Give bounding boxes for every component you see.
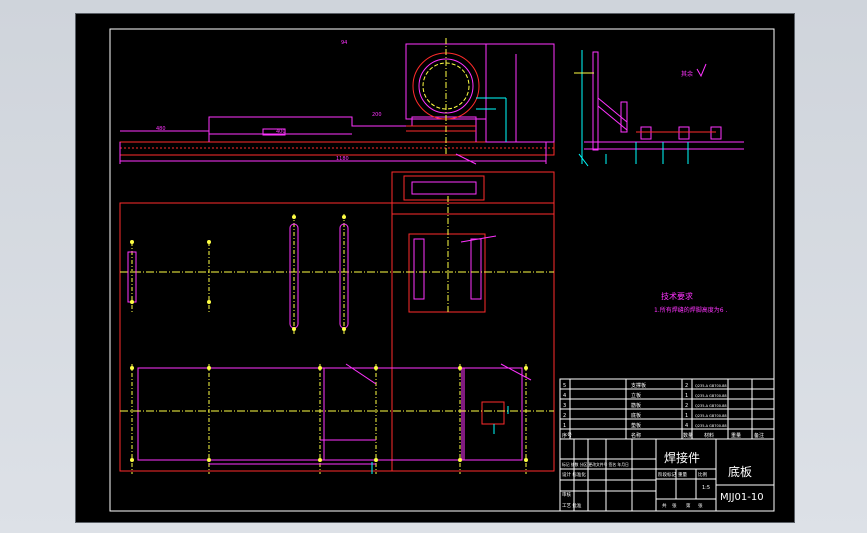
svg-text:4: 4 [685, 423, 688, 429]
plan-view [119, 171, 555, 474]
svg-text:工艺 批准: 工艺 批准 [562, 502, 582, 509]
svg-text:立板: 立板 [631, 392, 641, 399]
tech-req-title: 技术要求 [661, 291, 693, 301]
svg-text:Q235-A GB700-88: Q235-A GB700-88 [695, 384, 727, 388]
svg-text:张: 张 [672, 502, 677, 509]
svg-text:5: 5 [563, 383, 566, 389]
svg-text:比例: 比例 [698, 471, 707, 478]
svg-text:Q235-A GB700-88: Q235-A GB700-88 [695, 424, 727, 428]
roughness-symbol: 其余 [681, 63, 707, 78]
svg-text:2: 2 [685, 403, 688, 409]
svg-text:1: 1 [563, 423, 566, 429]
parts-list-text: 5 支撑板 2 Q235-A GB700-88 4 立板 1 Q235-A GB… [562, 382, 764, 439]
svg-text:1: 1 [685, 413, 688, 419]
svg-text:张: 张 [698, 502, 703, 509]
svg-text:备注: 备注 [754, 432, 764, 439]
svg-text:设计 标准化: 设计 标准化 [562, 471, 586, 478]
svg-text:审核: 审核 [562, 491, 571, 498]
parts-list [559, 378, 775, 440]
svg-text:序号: 序号 [562, 432, 572, 439]
svg-text:2: 2 [563, 413, 566, 419]
svg-text:材料: 材料 [704, 432, 714, 439]
svg-text:筋板: 筋板 [631, 402, 641, 409]
part-name: 底板 [728, 464, 752, 479]
svg-text:标记 处数 分区 更改文件号 签名 年月日: 标记 处数 分区 更改文件号 签名 年月日 [562, 462, 629, 467]
svg-text:重量: 重量 [731, 432, 741, 439]
tech-requirements: 技术要求 1.所有焊缝的焊脚高度为6 . [654, 291, 727, 314]
dim-1180: 1180 [336, 156, 349, 162]
svg-text:垫板: 垫板 [631, 422, 641, 429]
dim-94: 94 [341, 40, 347, 46]
svg-text:其余: 其余 [681, 70, 693, 78]
dim-400: 400 [276, 129, 286, 135]
svg-text:第: 第 [686, 502, 691, 509]
drawing-number: MJJ01-10 [720, 492, 764, 503]
svg-text:阶段标记: 阶段标记 [658, 471, 676, 478]
svg-text:数量: 数量 [683, 432, 693, 439]
svg-text:共: 共 [662, 502, 667, 509]
svg-text:1: 1 [685, 393, 688, 399]
svg-text:Q235-A GB700-88: Q235-A GB700-88 [695, 404, 727, 408]
svg-text:支撑板: 支撑板 [631, 382, 646, 389]
svg-text:底板: 底板 [631, 412, 641, 419]
drawing-canvas[interactable]: 1180 480 400 200 94 其余 技术要求 1.所有焊缝的焊脚高度为… [76, 14, 794, 522]
tech-req-line: 1.所有焊缝的焊脚高度为6 . [654, 306, 727, 314]
svg-text:3: 3 [563, 403, 566, 409]
dim-200: 200 [372, 112, 382, 118]
svg-text:2: 2 [685, 383, 688, 389]
front-view: 1180 480 400 200 94 [119, 38, 555, 165]
drawing-sheet[interactable]: 1180 480 400 200 94 其余 技术要求 1.所有焊缝的焊脚高度为… [75, 13, 795, 523]
title-main: 焊接件 [664, 450, 700, 465]
scale-value: 1:5 [702, 485, 710, 491]
svg-text:Q235-A GB700-88: Q235-A GB700-88 [695, 414, 727, 418]
side-view [574, 50, 744, 167]
dim-480: 480 [156, 126, 166, 132]
svg-text:Q235-A GB700-88: Q235-A GB700-88 [695, 394, 727, 398]
svg-text:重量: 重量 [678, 471, 687, 478]
cad-viewport[interactable]: 1180 480 400 200 94 其余 技术要求 1.所有焊缝的焊脚高度为… [0, 0, 867, 533]
svg-text:4: 4 [563, 393, 566, 399]
svg-text:名称: 名称 [631, 432, 641, 439]
